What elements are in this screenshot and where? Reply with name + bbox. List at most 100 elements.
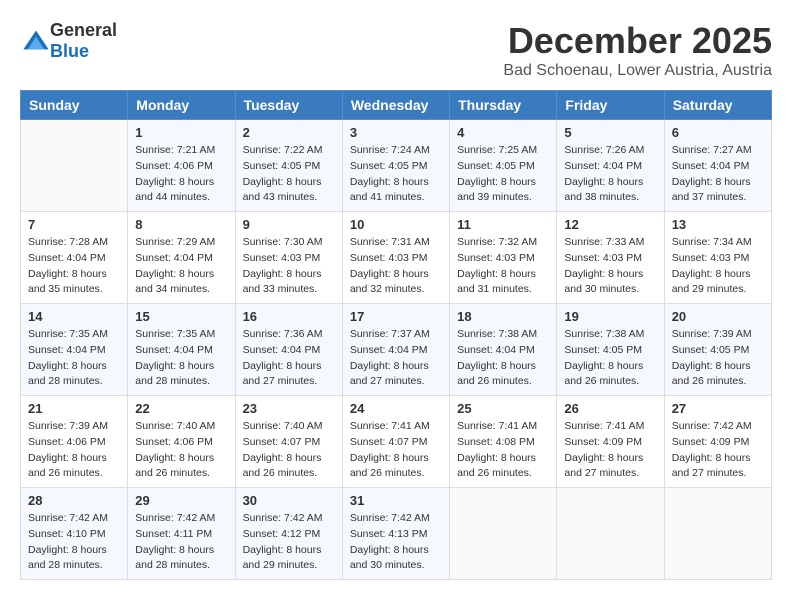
- calendar-day-cell: 20 Sunrise: 7:39 AM Sunset: 4:05 PM Dayli…: [664, 304, 771, 396]
- title-block: December 2025 Bad Schoenau, Lower Austri…: [503, 20, 772, 80]
- day-number: 30: [243, 493, 335, 508]
- weekday-header: Wednesday: [342, 91, 449, 120]
- day-info: Sunrise: 7:41 AM Sunset: 4:08 PM Dayligh…: [457, 419, 549, 482]
- calendar-day-cell: 28 Sunrise: 7:42 AM Sunset: 4:10 PM Dayli…: [21, 488, 128, 580]
- calendar-day-cell: 29Sunrise: 7:42 AM Sunset: 4:11 PM Dayli…: [128, 488, 235, 580]
- day-number: 2: [243, 125, 335, 140]
- calendar-header-row: SundayMondayTuesdayWednesdayThursdayFrid…: [21, 91, 772, 120]
- day-number: 13: [672, 217, 764, 232]
- day-number: 24: [350, 401, 442, 416]
- day-info: Sunrise: 7:42 AM Sunset: 4:13 PM Dayligh…: [350, 511, 442, 574]
- day-number: 20: [672, 309, 764, 324]
- day-number: 4: [457, 125, 549, 140]
- day-info: Sunrise: 7:35 AM Sunset: 4:04 PM Dayligh…: [135, 327, 227, 390]
- calendar-day-cell: 8Sunrise: 7:29 AM Sunset: 4:04 PM Daylig…: [128, 212, 235, 304]
- calendar-day-cell: 11Sunrise: 7:32 AM Sunset: 4:03 PM Dayli…: [450, 212, 557, 304]
- day-info: Sunrise: 7:31 AM Sunset: 4:03 PM Dayligh…: [350, 235, 442, 298]
- day-info: Sunrise: 7:39 AM Sunset: 4:05 PM Dayligh…: [672, 327, 764, 390]
- calendar-day-cell: 23 Sunrise: 7:40 AM Sunset: 4:07 PM Dayli…: [235, 396, 342, 488]
- day-info: Sunrise: 7:22 AM Sunset: 4:05 PM Dayligh…: [243, 143, 335, 206]
- calendar-day-cell: 18 Sunrise: 7:38 AM Sunset: 4:04 PM Dayli…: [450, 304, 557, 396]
- calendar-day-cell: 6 Sunrise: 7:27 AM Sunset: 4:04 PM Daylig…: [664, 120, 771, 212]
- calendar-day-cell: 24Sunrise: 7:41 AM Sunset: 4:07 PM Dayli…: [342, 396, 449, 488]
- calendar-table: SundayMondayTuesdayWednesdayThursdayFrid…: [20, 90, 772, 580]
- calendar-day-cell: 3Sunrise: 7:24 AM Sunset: 4:05 PM Daylig…: [342, 120, 449, 212]
- day-number: 15: [135, 309, 227, 324]
- calendar-day-cell: 10Sunrise: 7:31 AM Sunset: 4:03 PM Dayli…: [342, 212, 449, 304]
- day-info: Sunrise: 7:34 AM Sunset: 4:03 PM Dayligh…: [672, 235, 764, 298]
- day-number: 14: [28, 309, 120, 324]
- day-info: Sunrise: 7:42 AM Sunset: 4:11 PM Dayligh…: [135, 511, 227, 574]
- day-info: Sunrise: 7:21 AM Sunset: 4:06 PM Dayligh…: [135, 143, 227, 206]
- calendar-day-cell: 2 Sunrise: 7:22 AM Sunset: 4:05 PM Daylig…: [235, 120, 342, 212]
- calendar-day-cell: [450, 488, 557, 580]
- day-number: 16: [243, 309, 335, 324]
- day-number: 7: [28, 217, 120, 232]
- calendar-day-cell: 9 Sunrise: 7:30 AM Sunset: 4:03 PM Daylig…: [235, 212, 342, 304]
- day-info: Sunrise: 7:37 AM Sunset: 4:04 PM Dayligh…: [350, 327, 442, 390]
- day-info: Sunrise: 7:36 AM Sunset: 4:04 PM Dayligh…: [243, 327, 335, 390]
- calendar-day-cell: 25Sunrise: 7:41 AM Sunset: 4:08 PM Dayli…: [450, 396, 557, 488]
- day-number: 28: [28, 493, 120, 508]
- day-info: Sunrise: 7:30 AM Sunset: 4:03 PM Dayligh…: [243, 235, 335, 298]
- day-number: 26: [564, 401, 656, 416]
- logo-blue: Blue: [50, 41, 89, 61]
- weekday-header: Sunday: [21, 91, 128, 120]
- day-number: 12: [564, 217, 656, 232]
- day-number: 27: [672, 401, 764, 416]
- calendar-day-cell: 22Sunrise: 7:40 AM Sunset: 4:06 PM Dayli…: [128, 396, 235, 488]
- day-info: Sunrise: 7:27 AM Sunset: 4:04 PM Dayligh…: [672, 143, 764, 206]
- calendar-day-cell: 12 Sunrise: 7:33 AM Sunset: 4:03 PM Dayli…: [557, 212, 664, 304]
- day-number: 31: [350, 493, 442, 508]
- day-number: 21: [28, 401, 120, 416]
- weekday-header: Tuesday: [235, 91, 342, 120]
- day-info: Sunrise: 7:25 AM Sunset: 4:05 PM Dayligh…: [457, 143, 549, 206]
- day-number: 18: [457, 309, 549, 324]
- calendar-day-cell: [557, 488, 664, 580]
- day-number: 3: [350, 125, 442, 140]
- calendar-day-cell: 13 Sunrise: 7:34 AM Sunset: 4:03 PM Dayli…: [664, 212, 771, 304]
- day-info: Sunrise: 7:38 AM Sunset: 4:04 PM Dayligh…: [457, 327, 549, 390]
- calendar-day-cell: [664, 488, 771, 580]
- logo-icon: [22, 27, 50, 55]
- calendar-day-cell: 5Sunrise: 7:26 AM Sunset: 4:04 PM Daylig…: [557, 120, 664, 212]
- day-info: Sunrise: 7:38 AM Sunset: 4:05 PM Dayligh…: [564, 327, 656, 390]
- weekday-header: Monday: [128, 91, 235, 120]
- calendar-day-cell: 27 Sunrise: 7:42 AM Sunset: 4:09 PM Dayli…: [664, 396, 771, 488]
- location-title: Bad Schoenau, Lower Austria, Austria: [503, 62, 772, 80]
- day-info: Sunrise: 7:33 AM Sunset: 4:03 PM Dayligh…: [564, 235, 656, 298]
- day-number: 9: [243, 217, 335, 232]
- calendar-week-row: 21Sunrise: 7:39 AM Sunset: 4:06 PM Dayli…: [21, 396, 772, 488]
- calendar-day-cell: 16 Sunrise: 7:36 AM Sunset: 4:04 PM Dayli…: [235, 304, 342, 396]
- day-number: 6: [672, 125, 764, 140]
- day-number: 23: [243, 401, 335, 416]
- day-number: 8: [135, 217, 227, 232]
- day-info: Sunrise: 7:35 AM Sunset: 4:04 PM Dayligh…: [28, 327, 120, 390]
- calendar-day-cell: 21Sunrise: 7:39 AM Sunset: 4:06 PM Dayli…: [21, 396, 128, 488]
- day-number: 17: [350, 309, 442, 324]
- day-info: Sunrise: 7:32 AM Sunset: 4:03 PM Dayligh…: [457, 235, 549, 298]
- calendar-day-cell: 17 Sunrise: 7:37 AM Sunset: 4:04 PM Dayli…: [342, 304, 449, 396]
- calendar-week-row: 7Sunrise: 7:28 AM Sunset: 4:04 PM Daylig…: [21, 212, 772, 304]
- day-number: 19: [564, 309, 656, 324]
- calendar-day-cell: 30Sunrise: 7:42 AM Sunset: 4:12 PM Dayli…: [235, 488, 342, 580]
- day-number: 1: [135, 125, 227, 140]
- day-info: Sunrise: 7:40 AM Sunset: 4:07 PM Dayligh…: [243, 419, 335, 482]
- weekday-header: Friday: [557, 91, 664, 120]
- calendar-week-row: 28 Sunrise: 7:42 AM Sunset: 4:10 PM Dayli…: [21, 488, 772, 580]
- logo-general: General: [50, 20, 117, 40]
- day-info: Sunrise: 7:42 AM Sunset: 4:10 PM Dayligh…: [28, 511, 120, 574]
- weekday-header: Saturday: [664, 91, 771, 120]
- calendar-day-cell: 26 Sunrise: 7:41 AM Sunset: 4:09 PM Dayli…: [557, 396, 664, 488]
- day-info: Sunrise: 7:41 AM Sunset: 4:09 PM Dayligh…: [564, 419, 656, 482]
- day-info: Sunrise: 7:42 AM Sunset: 4:09 PM Dayligh…: [672, 419, 764, 482]
- calendar-day-cell: 15 Sunrise: 7:35 AM Sunset: 4:04 PM Dayli…: [128, 304, 235, 396]
- calendar-day-cell: 14 Sunrise: 7:35 AM Sunset: 4:04 PM Dayli…: [21, 304, 128, 396]
- day-number: 22: [135, 401, 227, 416]
- calendar-day-cell: [21, 120, 128, 212]
- calendar-week-row: 14 Sunrise: 7:35 AM Sunset: 4:04 PM Dayli…: [21, 304, 772, 396]
- day-info: Sunrise: 7:26 AM Sunset: 4:04 PM Dayligh…: [564, 143, 656, 206]
- logo: General Blue: [20, 20, 117, 62]
- calendar-day-cell: 7Sunrise: 7:28 AM Sunset: 4:04 PM Daylig…: [21, 212, 128, 304]
- calendar-day-cell: 4 Sunrise: 7:25 AM Sunset: 4:05 PM Daylig…: [450, 120, 557, 212]
